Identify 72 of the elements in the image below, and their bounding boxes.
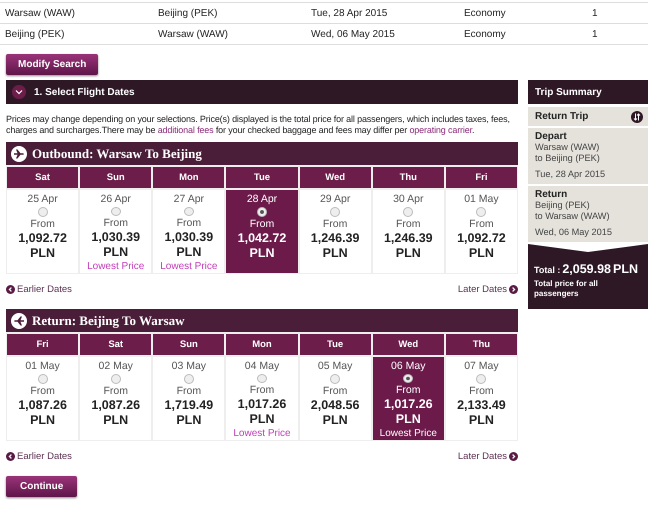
weekday-header: Tue xyxy=(300,334,371,355)
leg-from: Warsaw (WAW) xyxy=(535,142,600,153)
date-option[interactable]: 27 Apr From 1,030.39 PLN Lowest Price xyxy=(153,190,224,273)
table-cell-text: Beijing (PEK) xyxy=(5,28,66,40)
left-arrow-icon xyxy=(6,452,15,461)
weekday-header: Thu xyxy=(446,334,517,355)
leg-label: Depart xyxy=(535,131,568,142)
summary-title: Trip Summary xyxy=(528,80,648,104)
date-option[interactable]: 26 Apr From 1,030.39 PLN Lowest Price xyxy=(80,190,152,273)
date-option[interactable]: 05 May From 2,048.56 PLN xyxy=(300,357,371,440)
later-dates-link[interactable]: Later Dates xyxy=(458,284,518,295)
date-option[interactable]: 06 May From 1,017.26 PLN Lowest Price xyxy=(372,357,444,440)
weekday-header: Sun xyxy=(153,334,224,355)
later-dates-link[interactable]: Later Dates xyxy=(458,451,518,462)
weekday-header: Sun xyxy=(80,167,152,188)
date-option[interactable]: 07 May From 2,133.49 PLN xyxy=(446,357,517,440)
date-option[interactable]: 02 May From 1,087.26 PLN xyxy=(80,357,152,440)
price-notice: Prices may change depending on your selections. Price(s) displayed is the total price for all passengers, which includes taxes, fees, charges and surcharges.There may be additional fees for your checked baggage and fees may differ per operating carrier. xyxy=(6,114,511,136)
weekday-header: Thu xyxy=(372,167,444,188)
weekday-header: Tue xyxy=(226,167,298,188)
leg-date: Wed, 06 May 2015 xyxy=(535,227,613,238)
leg-date: Tue, 28 Apr 2015 xyxy=(535,169,606,180)
right-arrow-icon xyxy=(509,452,518,461)
section-header[interactable]: 1. Select Flight Dates xyxy=(6,80,518,104)
total-label: Total : xyxy=(534,265,560,275)
section-title: 1. Select Flight Dates xyxy=(34,86,135,98)
table-cell-text: Beijing (PEK) xyxy=(158,8,218,18)
earlier-dates-link[interactable]: Earlier Dates xyxy=(6,284,72,295)
weekday-header: Wed xyxy=(372,334,444,355)
exchange-icon xyxy=(631,110,643,122)
table-cell-text: 1 xyxy=(592,8,599,18)
leg-to: to Beijing (PEK) xyxy=(535,153,601,164)
date-option[interactable]: 29 Apr From 1,246.39 PLN xyxy=(300,190,371,273)
date-option[interactable]: 25 Apr From 1,092.72 PLN xyxy=(7,190,78,273)
left-arrow-icon xyxy=(6,285,15,294)
flight-title: Outbound: Warsaw To Beijing xyxy=(32,146,202,162)
weekday-header: Sat xyxy=(7,167,78,188)
flight-title: Return: Beijing To Warsaw xyxy=(32,312,185,328)
earlier-dates-link[interactable]: Earlier Dates xyxy=(6,451,72,462)
table-cell-text: Wed, 06 May 2015 xyxy=(311,28,396,40)
table-cell-text: Economy xyxy=(464,8,507,18)
notice-link[interactable]: additional fees xyxy=(158,125,214,135)
date-option[interactable]: 01 May From 1,087.26 PLN xyxy=(7,357,78,440)
trip-type: Return Trip xyxy=(535,111,588,122)
weekday-header: Fri xyxy=(7,334,78,355)
table-cell-text: Economy xyxy=(464,28,507,40)
table-cell-text: Warsaw (WAW) xyxy=(5,8,76,18)
notice-link[interactable]: operating carrier xyxy=(409,125,472,135)
weekday-header: Sat xyxy=(80,334,152,355)
date-option[interactable]: 01 May From 1,092.72 PLN xyxy=(446,190,517,273)
table-cell-text: Warsaw (WAW) xyxy=(158,28,229,40)
leg-from: Beijing (PEK) xyxy=(535,200,591,211)
date-option[interactable]: 04 May From 1,017.26 PLN Lowest Price xyxy=(226,357,298,440)
continue-button[interactable]: Continue xyxy=(6,476,78,497)
leg-to: to Warsaw (WAW) xyxy=(535,211,611,222)
weekday-header: Mon xyxy=(226,334,298,355)
weekday-header: Fri xyxy=(446,167,517,188)
table-cell-text: Tue, 28 Apr 2015 xyxy=(311,8,388,18)
date-option[interactable]: 03 May From 1,719.49 PLN xyxy=(153,357,224,440)
weekday-header: Wed xyxy=(300,167,371,188)
date-option[interactable]: 30 Apr From 1,246.39 PLN xyxy=(372,190,444,273)
right-arrow-icon xyxy=(509,285,518,294)
total-note: Total price for all passengers xyxy=(534,279,599,299)
total-amount: 2,059.98 xyxy=(562,262,611,276)
weekday-header: Mon xyxy=(153,167,224,188)
total-currency: PLN xyxy=(613,262,638,276)
date-option[interactable]: 28 Apr From 1,042.72 PLN xyxy=(226,190,298,273)
leg-label: Return xyxy=(535,189,568,200)
plane-icon xyxy=(11,146,27,162)
plane-icon xyxy=(11,312,27,328)
modify-search-button[interactable]: Modify Search xyxy=(6,54,98,75)
table-cell-text: 1 xyxy=(592,28,599,40)
